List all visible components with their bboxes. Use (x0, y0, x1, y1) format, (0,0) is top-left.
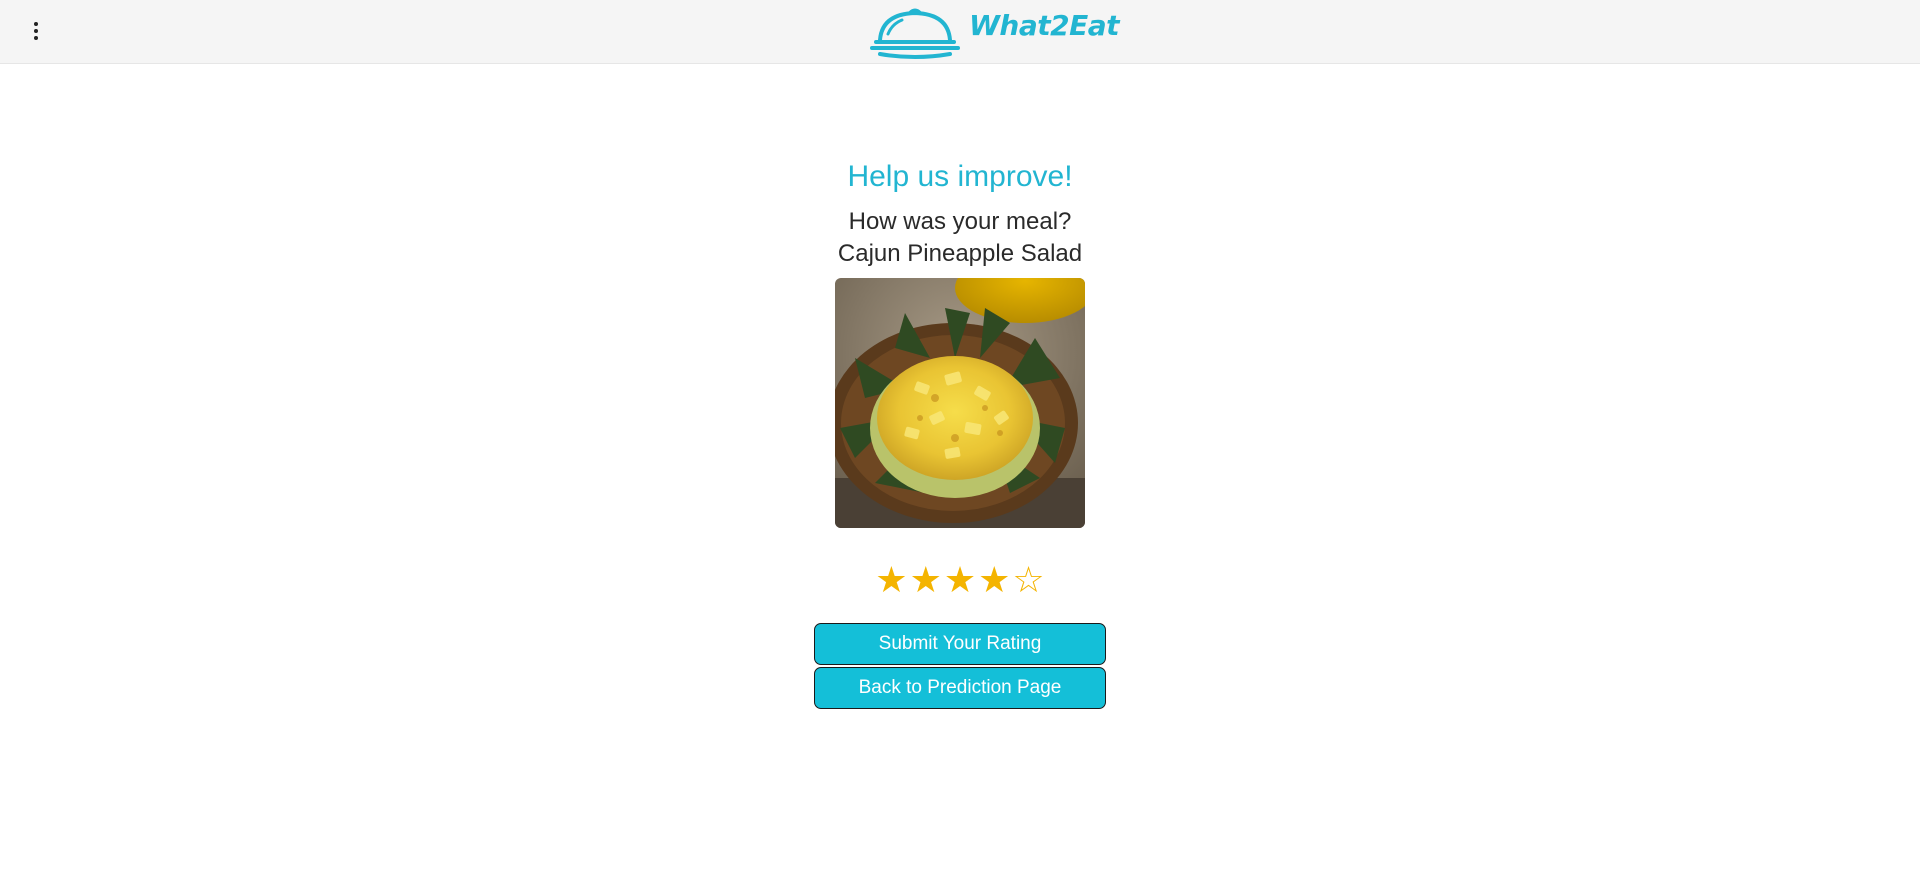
brand[interactable]: What2Eat (868, 4, 1120, 60)
more-vertical-icon-dot (34, 29, 38, 33)
rating-panel: Help us improve! How was your meal? Caju… (0, 63, 1920, 709)
more-vertical-icon-dot (34, 36, 38, 40)
meal-question: How was your meal? (848, 208, 1072, 235)
more-vertical-icon (34, 22, 38, 26)
cloche-icon (870, 8, 960, 59)
top-app-bar: What2Eat (0, 0, 1920, 64)
page-title: Help us improve! (847, 160, 1073, 193)
submit-rating-button[interactable]: Submit Your Rating (814, 623, 1106, 665)
star-filled-icon[interactable]: ★ (944, 561, 976, 601)
more-menu-button[interactable] (22, 16, 50, 46)
star-rating: ★ ★ ★ ★ ☆ (875, 561, 1044, 601)
dish-name: Cajun Pineapple Salad (837, 240, 1083, 267)
star-filled-icon[interactable]: ★ (875, 561, 907, 601)
app-name: What2Eat (969, 9, 1120, 42)
star-empty-icon[interactable]: ☆ (1012, 561, 1044, 601)
back-to-prediction-button[interactable]: Back to Prediction Page (814, 667, 1106, 709)
star-filled-icon[interactable]: ★ (910, 561, 942, 601)
star-filled-icon[interactable]: ★ (978, 561, 1010, 601)
dish-photo (835, 278, 1085, 528)
